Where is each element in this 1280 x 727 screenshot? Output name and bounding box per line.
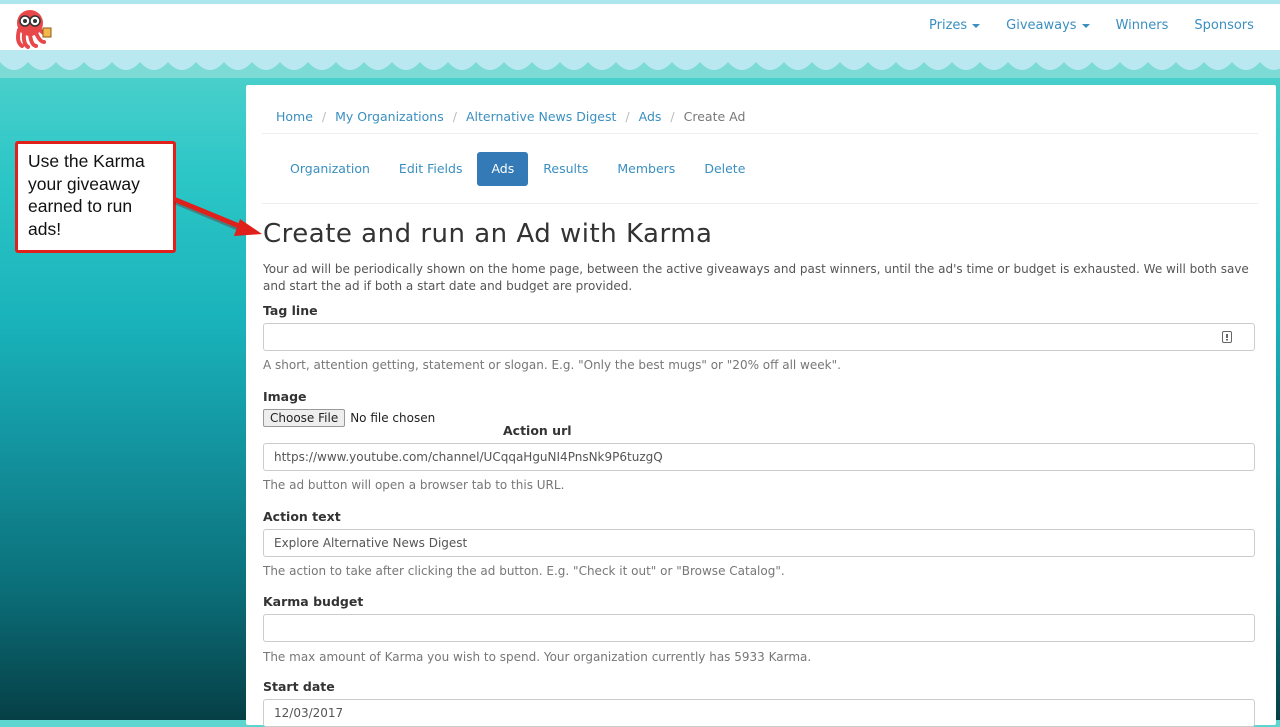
image-label: Image	[263, 389, 307, 404]
action-text-help: The action to take after clicking the ad…	[263, 564, 785, 578]
divider	[262, 133, 1258, 134]
octopus-logo-icon[interactable]	[10, 6, 54, 50]
breadcrumb-separator: /	[321, 109, 327, 124]
nav-giveaways[interactable]: Giveaways	[993, 4, 1102, 50]
tab-delete[interactable]: Delete	[690, 152, 759, 186]
karma-budget-label: Karma budget	[263, 594, 364, 609]
choose-file-button[interactable]: Choose File	[263, 409, 346, 427]
breadcrumb-separator: /	[452, 109, 457, 124]
tab-edit-fields[interactable]: Edit Fields	[385, 152, 477, 186]
action-text-input[interactable]: Explore Alternative News Digest	[263, 529, 1255, 557]
action-url-label: Action url	[503, 423, 572, 438]
breadcrumb-organization[interactable]: Alternative News Digest	[466, 109, 616, 124]
start-date-input[interactable]: 12/03/2017	[263, 699, 1255, 727]
nav-sponsors[interactable]: Sponsors	[1181, 4, 1267, 50]
image-file-input: Choose File No file chosen	[263, 409, 435, 427]
karma-budget-help: The max amount of Karma you wish to spen…	[263, 650, 812, 664]
breadcrumb-separator: /	[625, 109, 630, 124]
navbar: Prizes Giveaways Winners Sponsors About	[0, 4, 1280, 51]
tagline-input[interactable]	[263, 323, 1255, 351]
karma-budget-input[interactable]	[263, 614, 1255, 642]
start-date-label: Start date	[263, 679, 335, 694]
page-intro: Your ad will be periodically shown on th…	[263, 262, 1249, 293]
breadcrumb-my-organizations[interactable]: My Organizations	[335, 109, 444, 124]
breadcrumb-ads[interactable]: Ads	[639, 109, 662, 124]
tab-ads[interactable]: Ads	[477, 152, 529, 186]
tagline-label: Tag line	[263, 303, 318, 318]
tab-members[interactable]: Members	[603, 152, 689, 186]
nav-winners[interactable]: Winners	[1103, 4, 1182, 50]
action-url-input[interactable]: https://www.youtube.com/channel/UCqqaHgu…	[263, 443, 1255, 471]
tab-organization[interactable]: Organization	[276, 152, 384, 186]
breadcrumb-current: Create Ad	[683, 109, 746, 124]
breadcrumb-separator: /	[670, 109, 675, 124]
chevron-down-icon	[972, 23, 981, 28]
content-panel: Home / My Organizations / Alternative Ne…	[246, 85, 1276, 727]
action-text-label: Action text	[263, 509, 341, 524]
file-status: No file chosen	[350, 411, 436, 425]
org-tabs: Organization Edit Fields Ads Results Mem…	[276, 152, 760, 186]
chevron-down-icon	[1081, 23, 1090, 28]
breadcrumb-home[interactable]: Home	[276, 109, 313, 124]
tab-results[interactable]: Results	[529, 152, 602, 186]
nav-prizes[interactable]: Prizes	[916, 4, 993, 50]
annotation-callout: Use the Karma your giveaway earned to ru…	[15, 141, 176, 253]
tagline-help: A short, attention getting, statement or…	[263, 358, 841, 372]
nav-menu: Prizes Giveaways Winners Sponsors About	[916, 4, 1280, 50]
divider	[262, 203, 1258, 204]
password-manager-icon[interactable]	[1222, 331, 1232, 343]
page-title: Create and run an Ad with Karma	[263, 219, 713, 249]
nav-about[interactable]: About	[1267, 4, 1280, 50]
scalloped-border	[0, 50, 1280, 78]
breadcrumb: Home / My Organizations / Alternative Ne…	[276, 109, 745, 124]
action-url-help: The ad button will open a browser tab to…	[263, 478, 565, 492]
